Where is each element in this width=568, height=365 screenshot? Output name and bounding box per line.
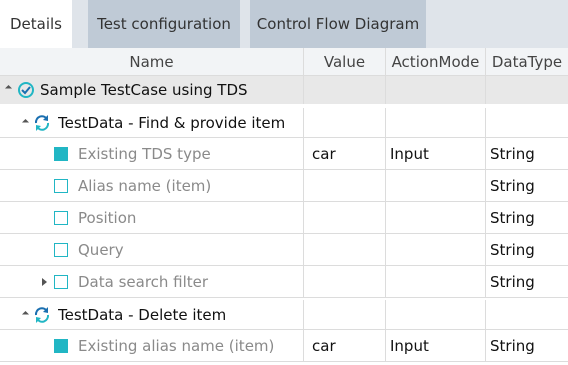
- attribute-row[interactable]: Existing alias name (item) car Input Str…: [0, 330, 568, 362]
- attribute-datatype: String: [490, 176, 535, 195]
- attribute-filled-icon: [54, 339, 68, 353]
- column-header-datatype[interactable]: DataType: [486, 48, 568, 76]
- attribute-actionmode[interactable]: [386, 234, 486, 265]
- column-header-value[interactable]: Value: [304, 48, 386, 76]
- testdata-group-row[interactable]: TestData - Find & provide item: [0, 108, 568, 138]
- attribute-empty-icon: [54, 275, 68, 289]
- attribute-row[interactable]: Position String: [0, 202, 568, 234]
- attribute-datatype: String: [490, 144, 535, 163]
- attribute-datatype: String: [490, 208, 535, 227]
- attribute-value[interactable]: [304, 170, 386, 201]
- expand-arrow-icon[interactable]: [42, 278, 47, 286]
- attribute-datatype: String: [490, 336, 535, 355]
- attribute-value[interactable]: [304, 202, 386, 233]
- tab-test-configuration-label: Test configuration: [97, 15, 231, 33]
- attribute-row[interactable]: Data search filter String: [0, 266, 568, 298]
- col-divider: [485, 76, 486, 104]
- col-divider: [385, 76, 386, 104]
- tab-test-configuration[interactable]: Test configuration: [88, 0, 240, 48]
- attribute-empty-icon: [54, 243, 68, 257]
- attribute-name: Alias name (item): [78, 170, 304, 201]
- attribute-value[interactable]: car: [304, 138, 386, 169]
- attribute-name: Query: [78, 234, 304, 265]
- column-header-value-label: Value: [323, 52, 366, 71]
- attribute-name: Position: [78, 202, 304, 233]
- tab-details-label: Details: [9, 15, 62, 33]
- attribute-value[interactable]: [304, 234, 386, 265]
- testcase-label: Sample TestCase using TDS: [40, 81, 248, 99]
- attribute-actionmode[interactable]: [386, 266, 486, 297]
- testdata-group-row[interactable]: TestData - Delete item: [0, 300, 568, 330]
- testcase-icon: [18, 82, 34, 98]
- tab-details[interactable]: Details: [0, 0, 72, 48]
- column-header-actionmode[interactable]: ActionMode: [386, 48, 486, 76]
- attribute-actionmode[interactable]: [386, 170, 486, 201]
- collapse-arrow-icon[interactable]: [4, 84, 13, 93]
- attribute-datatype: String: [490, 272, 535, 291]
- grid-header: Name Value ActionMode DataType: [0, 48, 568, 76]
- attribute-name: Existing alias name (item): [78, 330, 304, 361]
- attribute-name: Existing TDS type: [78, 138, 304, 169]
- attribute-empty-icon: [54, 211, 68, 225]
- attribute-value[interactable]: [304, 266, 386, 297]
- attribute-empty-icon: [54, 179, 68, 193]
- attribute-row[interactable]: Alias name (item) String: [0, 170, 568, 202]
- attribute-datatype: String: [490, 240, 535, 259]
- column-header-actionmode-label: ActionMode: [391, 52, 480, 71]
- attribute-name: Data search filter: [78, 266, 304, 297]
- value-cell[interactable]: [304, 300, 386, 329]
- attribute-value[interactable]: car: [304, 330, 386, 361]
- attribute-row[interactable]: Existing TDS type car Input String: [0, 138, 568, 170]
- attribute-row[interactable]: Query String: [0, 234, 568, 266]
- column-header-datatype-label: DataType: [491, 52, 563, 71]
- col-divider: [303, 76, 304, 104]
- column-header-name[interactable]: Name: [0, 48, 304, 76]
- name-cell-border: [0, 300, 304, 329]
- attribute-filled-icon: [54, 147, 68, 161]
- attribute-actionmode[interactable]: Input: [386, 330, 486, 361]
- value-cell[interactable]: [304, 108, 386, 137]
- column-header-name-label: Name: [129, 52, 174, 71]
- attribute-actionmode[interactable]: Input: [386, 138, 486, 169]
- actionmode-cell[interactable]: [386, 108, 486, 137]
- tab-control-flow-diagram-label: Control Flow Diagram: [256, 15, 420, 33]
- actionmode-cell[interactable]: [386, 300, 486, 329]
- tab-bar: Details Test configuration Control Flow …: [0, 0, 568, 48]
- tab-control-flow-diagram[interactable]: Control Flow Diagram: [250, 0, 426, 48]
- testcase-row[interactable]: Sample TestCase using TDS: [0, 76, 568, 104]
- attribute-actionmode[interactable]: [386, 202, 486, 233]
- name-cell-border: [0, 108, 304, 137]
